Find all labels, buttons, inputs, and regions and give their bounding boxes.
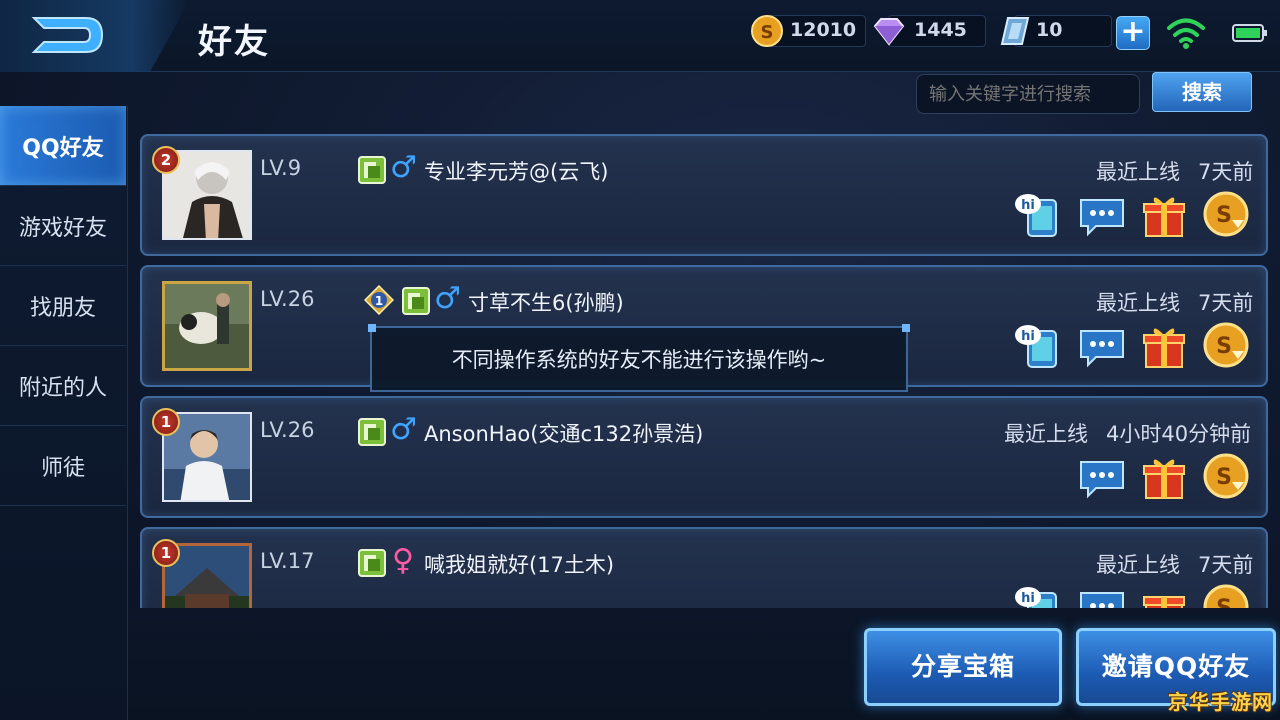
qq-icon <box>358 549 386 577</box>
last-online-label: 最近上线 <box>1096 553 1180 577</box>
voucher-amount: 10 <box>1036 19 1063 41</box>
friend-level: LV.26 <box>260 418 315 442</box>
share-chest-button[interactable]: 分享宝箱 <box>864 628 1062 706</box>
last-online-label: 最近上线 <box>1096 291 1180 315</box>
friend-card[interactable]: 1 LV.26 ♂ AnsonHao(交通c132孙景浩) 最近上线 4小时40… <box>140 396 1268 518</box>
friend-level: LV.26 <box>260 287 315 311</box>
coin-send-icon[interactable]: S <box>1202 583 1250 608</box>
coin-send-icon[interactable]: S <box>1202 321 1250 369</box>
gold-amount: 12010 <box>790 19 857 41</box>
friend-name[interactable]: AnsonHao(交通c132孙景浩) <box>424 418 703 448</box>
add-currency-button[interactable]: + <box>1116 16 1150 50</box>
gender-female-icon: ♀ <box>392 543 414 578</box>
top-bar: 好友 S 12010 1445 10 + <box>0 0 1280 72</box>
rank-star-number: 1 <box>375 294 383 308</box>
rank-badge: 1 <box>152 539 180 567</box>
toast-message: 不同操作系统的好友不能进行该操作哟~ <box>368 324 910 392</box>
wifi-icon <box>1167 18 1205 49</box>
avatar <box>162 281 252 371</box>
gender-male-icon: ♂ <box>390 412 417 447</box>
svg-text:S: S <box>1216 334 1232 359</box>
gift-icon[interactable] <box>1140 190 1188 238</box>
friend-level: LV.9 <box>260 156 302 180</box>
voucher-icon <box>1000 17 1030 45</box>
gift-icon[interactable] <box>1140 583 1188 608</box>
sidebar-item-mentor[interactable]: 师徒 <box>0 426 126 506</box>
chat-icon[interactable] <box>1078 583 1126 608</box>
rank-star-icon: 1 <box>364 285 394 315</box>
last-online-label: 最近上线 <box>1004 422 1088 446</box>
last-online-time: 7天前 <box>1198 291 1254 315</box>
sidebar-item-nearby[interactable]: 附近的人 <box>0 346 126 426</box>
friend-name[interactable]: 专业李元芳@(云飞) <box>424 156 608 186</box>
friend-card[interactable]: 1 LV.17 ♀ 喊我姐就好(17土木) 最近上线 7天前 hi <box>140 527 1268 608</box>
sidebar-item-find-friends[interactable]: 找朋友 <box>0 266 126 346</box>
gift-icon[interactable] <box>1140 452 1188 500</box>
svg-text:hi: hi <box>1021 591 1035 606</box>
svg-text:S: S <box>761 22 774 43</box>
friend-level: LV.17 <box>260 549 315 573</box>
coin-send-icon[interactable]: S <box>1202 452 1250 500</box>
back-button[interactable] <box>0 0 190 72</box>
diamond-amount: 1445 <box>914 19 967 41</box>
back-icon <box>31 17 104 53</box>
gift-icon[interactable] <box>1140 321 1188 369</box>
rank-badge: 1 <box>152 408 180 436</box>
gender-male-icon: ♂ <box>434 281 461 316</box>
sidebar-item-game-friends[interactable]: 游戏好友 <box>0 186 126 266</box>
diamond-icon <box>873 18 905 46</box>
sidebar-item-qq-friends[interactable]: QQ好友 <box>0 106 126 186</box>
last-online-time: 7天前 <box>1198 160 1254 184</box>
friend-name[interactable]: 寸草不生6(孙鹏) <box>468 287 624 317</box>
sidebar: QQ好友 游戏好友 找朋友 附近的人 师徒 <box>0 106 128 720</box>
svg-text:S: S <box>1216 465 1232 490</box>
svg-text:hi: hi <box>1021 198 1035 213</box>
search-input[interactable] <box>916 74 1140 114</box>
search-button[interactable]: 搜索 <box>1152 72 1252 112</box>
gender-male-icon: ♂ <box>390 150 417 185</box>
friend-name[interactable]: 喊我姐就好(17土木) <box>424 549 614 579</box>
chat-icon[interactable] <box>1078 190 1126 238</box>
qq-icon <box>358 418 386 446</box>
hi-icon[interactable]: hi <box>1014 190 1062 238</box>
qq-icon <box>358 156 386 184</box>
coin-send-icon[interactable]: S <box>1202 190 1250 238</box>
hi-icon[interactable]: hi <box>1014 321 1062 369</box>
svg-text:hi: hi <box>1021 329 1035 344</box>
rank-badge: 2 <box>152 146 180 174</box>
chat-icon[interactable] <box>1078 452 1126 500</box>
svg-text:S: S <box>1216 203 1232 228</box>
last-online-time: 7天前 <box>1198 553 1254 577</box>
last-online-time: 4小时40分钟前 <box>1106 422 1252 446</box>
watermark: 京华手游网 <box>1168 690 1273 714</box>
page-title: 好友 <box>198 22 270 62</box>
svg-text:S: S <box>1216 596 1232 608</box>
gold-coin-icon: S <box>751 15 783 47</box>
battery-icon <box>1232 24 1267 42</box>
chat-icon[interactable] <box>1078 321 1126 369</box>
friend-card[interactable]: 2 LV.9 ♂ 专业李元芳@(云飞) 最近上线 7天前 hi S <box>140 134 1268 256</box>
qq-icon <box>402 287 430 315</box>
hi-icon[interactable]: hi <box>1014 583 1062 608</box>
last-online-label: 最近上线 <box>1096 160 1180 184</box>
